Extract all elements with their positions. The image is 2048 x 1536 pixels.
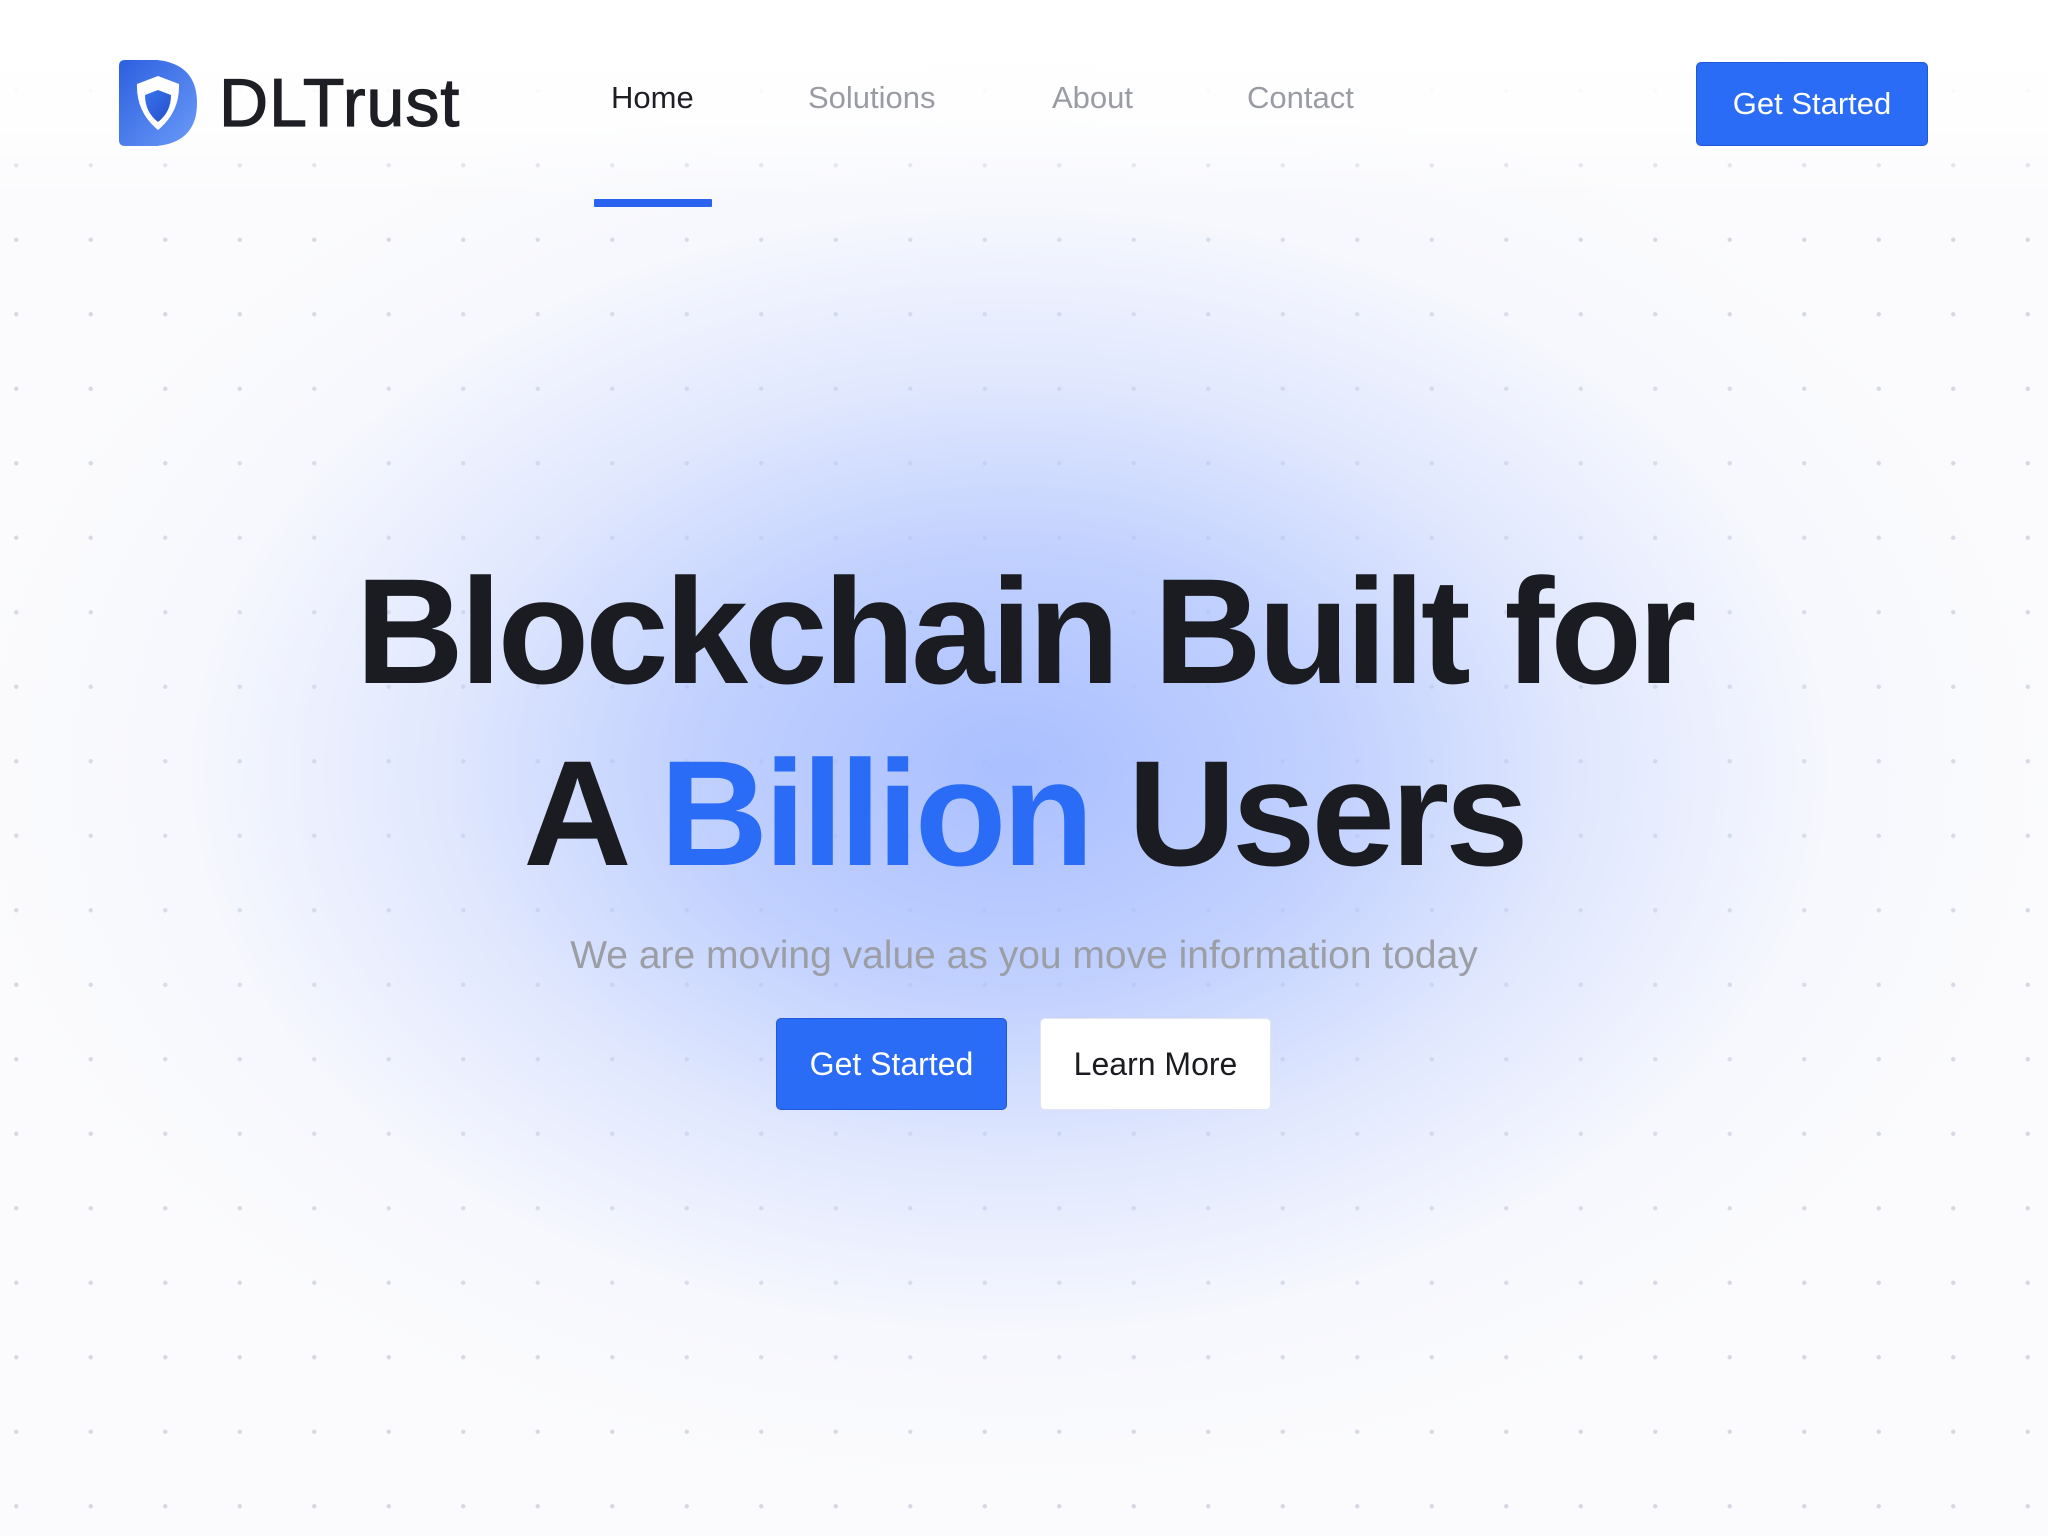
active-nav-indicator [594, 199, 712, 207]
hero-title-line1: Blockchain Built for [355, 547, 1697, 715]
nav-item-about[interactable]: About [1052, 80, 1133, 116]
hero-title: Blockchain Built for A Billion Users [0, 540, 2048, 904]
nav-item-contact[interactable]: Contact [1247, 80, 1354, 116]
site-header: DLTrust Home Solutions About Contact Get… [0, 0, 2048, 210]
nav-item-home[interactable]: Home [611, 80, 694, 116]
shield-logo-icon [119, 60, 197, 146]
brand-logo-link[interactable]: DLTrust [119, 60, 460, 146]
hero-subtitle: We are moving value as you move informat… [570, 934, 1478, 977]
get-started-button[interactable]: Get Started [776, 1018, 1007, 1110]
hero-title-prefix: A [523, 729, 626, 897]
hero-actions: Get Started Learn More [776, 1018, 1271, 1110]
hero-title-suffix: Users [1127, 729, 1529, 897]
brand-name: DLTrust [218, 65, 461, 141]
learn-more-button[interactable]: Learn More [1040, 1018, 1271, 1110]
header-get-started-button[interactable]: Get Started [1696, 62, 1928, 146]
hero-title-accent: Billion [659, 729, 1094, 897]
nav-item-solutions[interactable]: Solutions [808, 80, 936, 116]
